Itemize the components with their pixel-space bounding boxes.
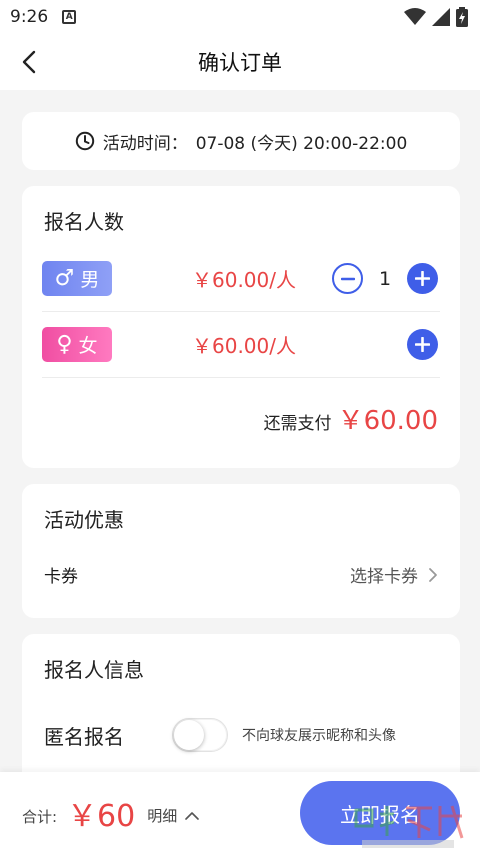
plus-icon xyxy=(415,271,430,286)
activity-time-card: 活动时间： 07-08 (今天) 20:00-22:00 xyxy=(22,112,460,170)
total-value: ￥60 xyxy=(67,798,136,834)
battery-icon xyxy=(456,7,468,27)
chevron-right-icon xyxy=(429,567,437,582)
male-quantity: 1 xyxy=(378,267,392,290)
female-label: 女 xyxy=(78,335,98,357)
chevron-up-icon xyxy=(185,812,200,820)
total-label: 合计: xyxy=(22,808,58,826)
female-row: ♀ 女 ￥60.00/人 xyxy=(42,312,440,378)
male-decrease-button[interactable] xyxy=(332,263,363,294)
signal-icon xyxy=(432,8,450,26)
bottom-bar: 合计: ￥60 明细 立即报名 xyxy=(0,772,480,853)
female-tag: ♀ 女 xyxy=(42,327,112,362)
remaining-value: ￥60.00 xyxy=(337,406,438,436)
male-label: 男 xyxy=(80,269,100,291)
signup-count-card: 报名人数 ♂ 男 ￥60.00/人 1 ♀ 女 ￥60.00/人 还需支付 ￥6… xyxy=(22,186,460,468)
nav-bar: 确认订单 xyxy=(0,34,480,90)
coupon-select[interactable]: 选择卡券 xyxy=(350,562,438,587)
wifi-icon xyxy=(404,8,426,25)
anonymous-toggle[interactable] xyxy=(172,718,228,752)
notification-a-icon: A xyxy=(62,10,77,24)
remaining-label: 还需支付 xyxy=(263,414,332,434)
promotions-card: 活动优惠 卡券 选择卡券 xyxy=(22,484,460,618)
male-row: ♂ 男 ￥60.00/人 1 xyxy=(42,246,440,312)
male-increase-button[interactable] xyxy=(407,263,438,294)
detail-label: 明细 xyxy=(147,807,178,825)
anonymous-label: 匿名报名 xyxy=(44,724,124,749)
coupon-value: 选择卡券 xyxy=(350,567,418,587)
female-increase-button[interactable] xyxy=(407,329,438,360)
anonymous-row: 匿名报名 不向球友展示昵称和头像 xyxy=(44,718,438,752)
male-quantity-stepper: 1 xyxy=(332,263,438,294)
male-price: ￥60.00/人 xyxy=(192,268,296,292)
promotions-title: 活动优惠 xyxy=(44,508,124,532)
male-tag: ♂ 男 xyxy=(42,261,112,296)
status-icons xyxy=(404,7,468,27)
back-arrow-icon[interactable] xyxy=(16,48,44,76)
activity-time-value: 07-08 (今天) 20:00-22:00 xyxy=(195,133,408,154)
coupon-label: 卡券 xyxy=(44,567,78,587)
page-title: 确认订单 xyxy=(198,51,282,75)
status-time: 9:26 xyxy=(10,7,49,27)
female-price: ￥60.00/人 xyxy=(192,334,296,358)
submit-signup-button[interactable]: 立即报名 xyxy=(300,781,460,845)
anonymous-hint: 不向球友展示昵称和头像 xyxy=(242,728,396,744)
minus-icon xyxy=(340,277,355,280)
toggle-knob xyxy=(174,720,204,750)
female-quantity-stepper xyxy=(407,329,438,360)
remaining-payment: 还需支付 ￥60.00 xyxy=(264,400,438,437)
activity-time-label: 活动时间： xyxy=(102,133,188,154)
signup-info-title: 报名人信息 xyxy=(44,658,144,682)
plus-icon xyxy=(415,337,430,352)
status-bar: 9:26 A xyxy=(0,0,480,34)
signup-count-title: 报名人数 xyxy=(44,210,124,234)
female-icon: ♀ xyxy=(56,331,73,357)
detail-toggle[interactable]: 明细 xyxy=(147,805,200,826)
coupon-row[interactable]: 卡券 选择卡券 xyxy=(44,562,438,587)
clock-icon xyxy=(75,131,94,151)
male-icon: ♂ xyxy=(54,265,75,291)
